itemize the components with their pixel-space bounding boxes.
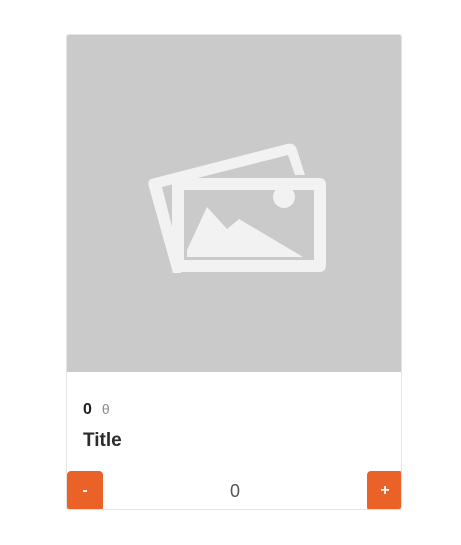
price-row: 0 θ	[83, 401, 110, 419]
price-value: 0	[83, 401, 92, 418]
product-title: Title	[83, 430, 122, 451]
quantity-value: 0	[229, 480, 240, 501]
product-card: 0 θ Title - 0 +	[66, 34, 402, 510]
decrement-button[interactable]: -	[67, 471, 103, 509]
quantity-stepper: - 0 +	[67, 471, 401, 509]
increment-button[interactable]: +	[367, 471, 401, 509]
image-placeholder-icon	[148, 143, 326, 273]
product-image-placeholder	[67, 35, 401, 372]
currency-symbol: θ	[101, 401, 110, 417]
